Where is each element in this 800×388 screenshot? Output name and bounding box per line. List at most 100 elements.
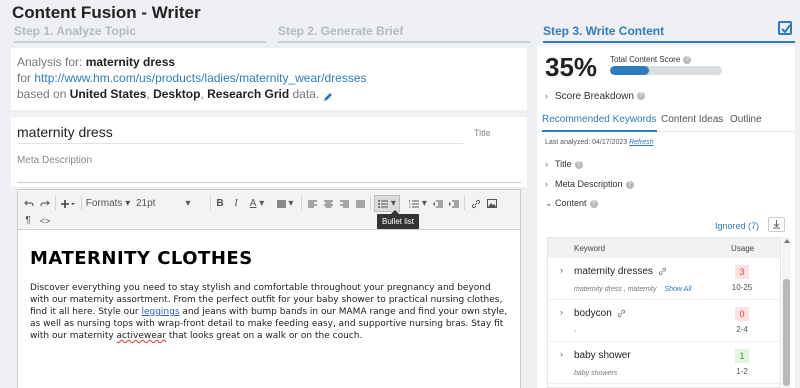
link-icon[interactable] xyxy=(658,267,667,276)
misspelled-word: activewear xyxy=(116,331,167,341)
section-title-toggle[interactable]: › Title? xyxy=(545,159,583,169)
help-icon[interactable]: ? xyxy=(636,92,645,101)
step-write-content-label: Step 3. Write Content xyxy=(543,24,665,38)
title-label: Title xyxy=(474,128,491,138)
keyword-variants: maternity dress , maternity Show All xyxy=(574,286,691,293)
font-color-icon[interactable]: A ▾ xyxy=(246,195,268,212)
indent-icon[interactable] xyxy=(448,195,460,212)
help-icon[interactable]: ? xyxy=(574,160,583,169)
font-size-dropdown[interactable]: 21pt ▾ xyxy=(136,195,206,212)
ignored-keywords-link[interactable]: Ignored (7) xyxy=(715,221,759,231)
table-row[interactable]: › maternity dresses maternity dress , ma… xyxy=(548,258,780,300)
export-button[interactable] xyxy=(768,217,785,232)
content-score-label: Total Content Score? xyxy=(610,55,692,64)
align-right-icon[interactable] xyxy=(338,195,350,212)
chevron-right-icon: › xyxy=(545,179,548,189)
justify-icon[interactable] xyxy=(354,195,366,212)
tab-content-ideas[interactable]: Content Ideas xyxy=(661,114,723,125)
leggings-link[interactable]: leggings xyxy=(141,307,179,317)
meta-description-input[interactable]: Meta Description xyxy=(17,155,92,166)
pencil-icon[interactable] xyxy=(323,90,333,101)
usage-count-badge: 3 xyxy=(735,265,749,279)
keyword-name: maternity dresses xyxy=(574,266,667,277)
chevron-right-icon: › xyxy=(545,159,548,169)
panel-tabs: Recommended Keywords Content Ideas Outli… xyxy=(537,110,795,132)
insert-icon[interactable] xyxy=(58,195,78,212)
editor-toolbar: Formats ▾ 21pt ▾ B I A ▾ ▾ ▾ ▾ ¶ <> Bulle… xyxy=(18,190,520,230)
paragraph-icon[interactable]: ¶ xyxy=(22,212,34,229)
outdent-icon[interactable] xyxy=(432,195,444,212)
keyword-name: baby shower xyxy=(574,350,631,361)
help-icon[interactable]: ? xyxy=(589,199,598,208)
keyword-text: maternity dresses xyxy=(574,266,653,277)
show-all-link[interactable]: Show All xyxy=(664,286,691,293)
content-score-label-text: Total Content Score xyxy=(610,55,681,64)
source-code-icon[interactable]: <> xyxy=(38,212,52,229)
tab-recommended-keywords[interactable]: Recommended Keywords xyxy=(542,114,657,132)
col-keyword: Keyword xyxy=(574,244,606,253)
score-breakdown-label: Score Breakdown xyxy=(555,91,634,102)
section-title-label: Title xyxy=(555,159,572,169)
chevron-right-icon[interactable]: › xyxy=(560,265,563,275)
section-content-label: Content xyxy=(555,198,587,208)
usage-range: 1-2 xyxy=(736,367,748,376)
toolbar-divider xyxy=(210,196,211,210)
meta-description-underline xyxy=(17,182,521,183)
keyword-table-header: Keyword Usage xyxy=(548,238,780,258)
section-content-toggle[interactable]: ⌄ Content? xyxy=(545,198,598,209)
font-size-value: 21pt xyxy=(136,198,156,209)
align-left-icon[interactable] xyxy=(306,195,318,212)
keyword-variants: baby showers xyxy=(574,370,618,377)
step-generate-brief[interactable]: Step 2. Generate Brief xyxy=(278,24,530,43)
tab-outline[interactable]: Outline xyxy=(730,114,762,125)
score-breakdown-toggle[interactable]: › Score Breakdown? xyxy=(545,91,645,102)
redo-icon[interactable] xyxy=(38,195,52,212)
italic-icon[interactable]: I xyxy=(230,195,242,212)
last-analyzed: Last analyzed: 04/17/2023 Refresh xyxy=(545,139,654,146)
highlight-icon[interactable]: ▾ xyxy=(274,195,296,212)
align-center-icon[interactable] xyxy=(322,195,334,212)
keyword-scrollbar[interactable] xyxy=(782,237,791,388)
scroll-thumb[interactable] xyxy=(783,279,790,386)
formats-dropdown[interactable]: Formats ▾ xyxy=(86,195,130,212)
checkbox-icon[interactable] xyxy=(778,21,792,35)
bold-icon[interactable]: B xyxy=(214,195,226,212)
analysis-device: Desktop xyxy=(153,87,201,101)
last-analyzed-text: Last analyzed: 04/17/2023 xyxy=(545,139,628,146)
refresh-link[interactable]: Refresh xyxy=(629,139,654,146)
step-analyze-topic[interactable]: Step 1. Analyze Topic xyxy=(14,24,266,43)
title-input[interactable]: maternity dress xyxy=(17,122,463,144)
help-icon[interactable]: ? xyxy=(683,55,692,64)
bullet-list-tooltip: Bullet list xyxy=(377,210,420,229)
usage-range: 10-25 xyxy=(731,283,753,292)
chevron-down-icon: ⌄ xyxy=(545,198,553,208)
paragraph-text: that looks great on a walk or on the cou… xyxy=(166,331,363,341)
section-meta-toggle[interactable]: › Meta Description? xyxy=(545,179,634,189)
image-icon[interactable] xyxy=(486,195,498,212)
keyword-name: bodycon xyxy=(574,308,626,319)
scroll-up-arrow[interactable] xyxy=(784,239,790,243)
rich-text-editor: Formats ▾ 21pt ▾ B I A ▾ ▾ ▾ ▾ ¶ <> Bulle… xyxy=(17,189,521,388)
app-title: Content Fusion - Writer xyxy=(12,3,201,22)
editor-content[interactable]: MATERNITY CLOTHES Discover everything yo… xyxy=(18,230,520,342)
table-row[interactable]: › baby shower baby showers 1 1-2 xyxy=(548,342,780,384)
analysis-topic: maternity dress xyxy=(85,55,176,69)
step-write-content[interactable]: Step 3. Write Content xyxy=(543,21,795,43)
link-icon[interactable] xyxy=(470,195,482,212)
chevron-right-icon[interactable]: › xyxy=(560,349,563,359)
table-row[interactable]: › bodycon - 0 2-4 xyxy=(548,300,780,342)
analysis-url-link[interactable]: http://www.hm.com/us/products/ladies/mat… xyxy=(34,71,366,85)
numbered-list-icon[interactable]: ▾ xyxy=(408,195,428,212)
link-icon[interactable] xyxy=(617,309,626,318)
help-icon[interactable]: ? xyxy=(625,180,634,189)
col-usage: Usage xyxy=(731,244,755,253)
analysis-source: Research Grid xyxy=(207,87,290,101)
section-meta-label: Meta Description xyxy=(555,179,623,189)
document-heading: MATERNITY CLOTHES xyxy=(30,248,253,269)
formats-label: Formats xyxy=(85,198,123,209)
undo-icon[interactable] xyxy=(22,195,36,212)
chevron-right-icon[interactable]: › xyxy=(560,307,563,317)
toolbar-divider xyxy=(464,196,465,210)
title-meta-panel: maternity dress Title Meta Description xyxy=(11,117,527,187)
analysis-summary: Analysis for: maternity dress for http:/… xyxy=(11,48,527,110)
